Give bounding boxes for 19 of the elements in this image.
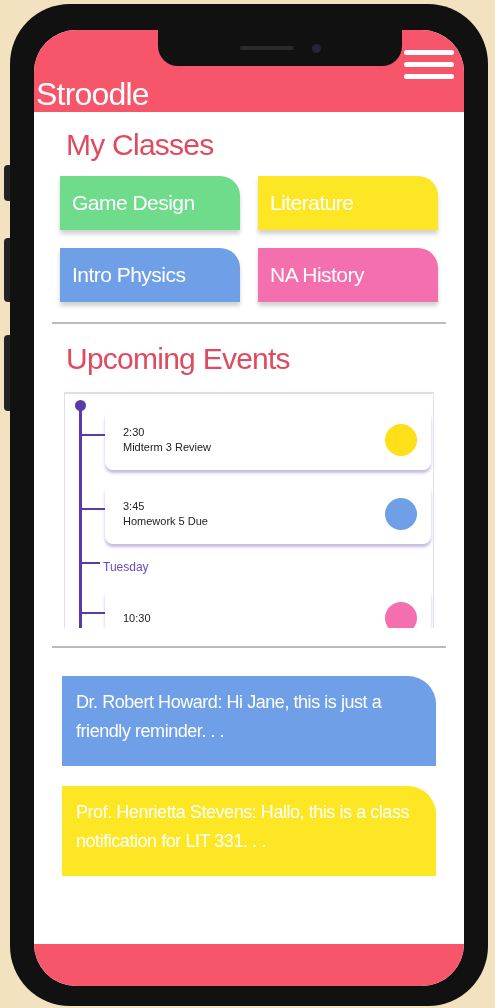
app-title: Stroodle bbox=[36, 78, 149, 112]
event-time: 10:30 bbox=[123, 610, 151, 626]
event-time: 3:45 bbox=[123, 499, 146, 514]
event-time: 2:30 bbox=[123, 425, 146, 440]
message-bubble[interactable]: Dr. Robert Howard: Hi Jane, this is just a friendly reminder. . . bbox=[62, 676, 436, 766]
message-text: Dr. Robert Howard: Hi Jane, this is just a friendly reminder. . . bbox=[76, 692, 382, 741]
event-title: Midterm 3 Review bbox=[123, 440, 212, 455]
event-card[interactable]: 10:30 bbox=[105, 588, 431, 628]
section-title: My Classes bbox=[66, 130, 215, 160]
event-title: Homework 5 Due bbox=[123, 514, 208, 529]
event-card[interactable]: 2:30 Midterm 3 Review bbox=[105, 410, 431, 470]
class-card[interactable]: NA History bbox=[258, 248, 438, 302]
section-title: Upcoming Events bbox=[66, 344, 291, 374]
menu-icon[interactable] bbox=[404, 50, 454, 79]
day-label: Tuesday bbox=[103, 560, 149, 574]
class-card[interactable]: Intro Physics bbox=[60, 248, 240, 302]
class-card[interactable]: Game Design bbox=[60, 176, 240, 230]
event-card[interactable]: 3:45 Homework 5 Due bbox=[105, 484, 431, 544]
message-text: Prof. Henrietta Stevens: Hallo, this is a class notification for LIT 331. . . bbox=[76, 802, 409, 851]
